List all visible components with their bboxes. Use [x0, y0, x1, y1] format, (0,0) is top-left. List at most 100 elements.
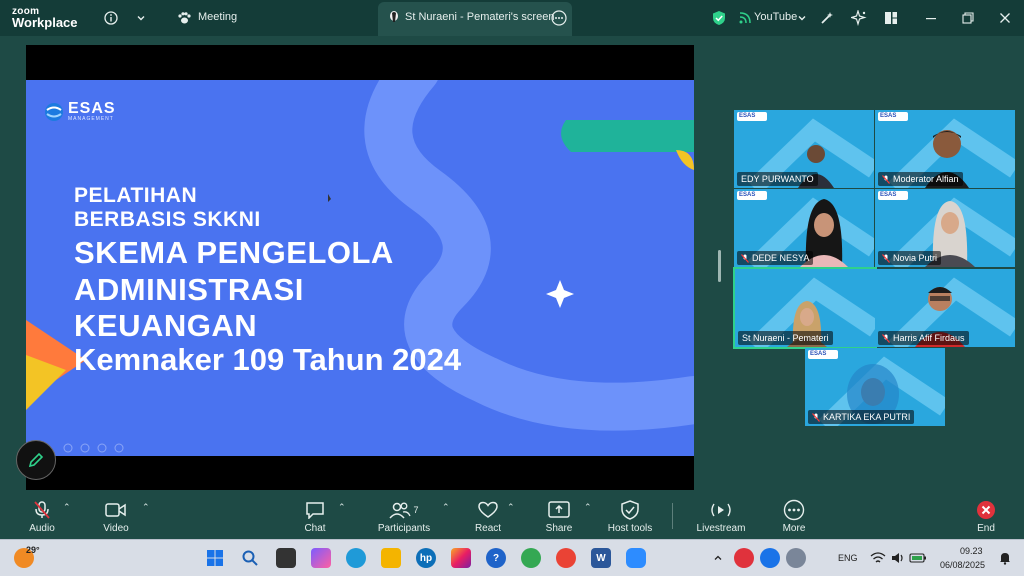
chevron-up-icon[interactable] [708, 548, 728, 568]
slide-line3: SKEMA PENGELOLA [74, 235, 394, 270]
react-options-caret[interactable]: ⌃ [507, 502, 515, 513]
participants-button[interactable]: 7 Participants [377, 495, 431, 537]
view-layout-icon[interactable] [881, 8, 901, 28]
chrome-profile-icon[interactable] [521, 548, 541, 568]
copilot-icon[interactable] [311, 548, 331, 568]
clock-date[interactable]: 06/08/2025 [940, 560, 985, 570]
chat-label: Chat [304, 523, 326, 534]
slide-line5: KEUANGAN [74, 308, 258, 343]
host-tools-label: Host tools [607, 523, 653, 534]
livestream-label: Livestream [696, 523, 746, 534]
tray-app-icon[interactable] [734, 548, 754, 568]
tray-app-icon[interactable] [786, 548, 806, 568]
task-view-icon[interactable] [276, 548, 296, 568]
participant-tile[interactable]: ESAS KARTIKA EKA PUTRI [805, 348, 945, 426]
chevron-down-icon[interactable] [792, 8, 812, 28]
tray-app-icon[interactable] [760, 548, 780, 568]
more-label: More [782, 523, 806, 534]
battery-icon[interactable] [908, 548, 928, 568]
meeting-toolbar: Audio ⌃ Video ⌃ Chat ⌃ 7 Participants ⌃ … [0, 495, 1024, 537]
windows-start-icon[interactable] [205, 548, 225, 568]
hp-icon[interactable]: hp [416, 548, 436, 568]
participants-count: 7 [413, 505, 419, 515]
participant-tile[interactable]: ESAS Moderator Alfian [875, 110, 1015, 188]
audio-button[interactable]: Audio [26, 495, 58, 537]
mic-muted-icon [882, 174, 890, 184]
chat-bubble-icon [306, 502, 324, 519]
share-options-caret[interactable]: ⌃ [584, 502, 592, 513]
mic-muted-icon [812, 412, 820, 422]
participant-name: Moderator Alfian [878, 172, 963, 186]
video-label: Video [103, 523, 129, 534]
volume-icon[interactable] [888, 548, 908, 568]
participant-name: Harris Afif Firdaus [878, 331, 969, 345]
share-button[interactable]: Share [543, 495, 575, 537]
tile-esas-logo: ESAS [737, 191, 767, 200]
meeting-info-icon[interactable] [101, 8, 121, 28]
minimize-icon[interactable] [921, 8, 941, 28]
presentation-slide: ESAS MANAGEMENT PELATIHAN BERBASIS SKKNI… [26, 80, 694, 456]
panel-resize-handle[interactable] [718, 250, 721, 282]
search-icon[interactable] [240, 548, 260, 568]
participant-name: KARTIKA EKA PUTRI [808, 410, 915, 424]
more-options-icon[interactable] [549, 8, 569, 28]
video-options-caret[interactable]: ⌃ [142, 502, 150, 513]
restore-icon[interactable] [958, 8, 978, 28]
ai-sparkle-icon[interactable] [849, 8, 869, 28]
slide-line1: PELATIHAN [74, 184, 198, 207]
participant-tile[interactable]: ESAS DEDE NESYA [734, 189, 874, 267]
livestream-signal-icon [735, 8, 755, 28]
chevron-down-icon[interactable] [131, 8, 151, 28]
word-icon[interactable]: W [591, 548, 611, 568]
close-icon[interactable] [995, 8, 1015, 28]
tab-meeting[interactable]: Meeting [198, 11, 237, 23]
file-explorer-icon[interactable] [381, 548, 401, 568]
windows-taskbar: 29° hp ? W ENG 09.23 06/08/2025 [0, 539, 1024, 576]
mic-muted-icon [741, 253, 749, 263]
participants-label: Participants [377, 523, 431, 534]
youtube-live-label[interactable]: YouTube [754, 11, 797, 23]
wifi-icon[interactable] [868, 548, 888, 568]
host-tools-button[interactable]: Host tools [604, 495, 656, 537]
chat-options-caret[interactable]: ⌃ [338, 502, 346, 513]
slide-line4: ADMINISTRASI [74, 272, 304, 307]
participants-options-caret[interactable]: ⌃ [442, 502, 450, 513]
edge-icon[interactable] [346, 548, 366, 568]
heart-icon [478, 501, 498, 518]
esas-logo: ESAS MANAGEMENT [44, 101, 116, 122]
shield-icon [621, 500, 639, 520]
participant-tile[interactable]: Harris Afif Firdaus [875, 269, 1015, 347]
tile-esas-logo: ESAS [878, 191, 908, 200]
audio-options-caret[interactable]: ⌃ [63, 502, 71, 513]
participant-tile[interactable]: ESAS EDY PURWANTO [734, 110, 874, 188]
participant-name: EDY PURWANTO [737, 172, 818, 186]
more-button[interactable]: More [778, 495, 810, 537]
react-button[interactable]: React [472, 495, 504, 537]
mic-muted-icon [34, 501, 50, 519]
mic-muted-icon [882, 333, 890, 343]
chrome-icon[interactable] [556, 548, 576, 568]
chat-button[interactable]: Chat [299, 495, 331, 537]
annotate-pen-button[interactable] [16, 440, 56, 480]
participant-name: St Nuraeni - Pemateri [738, 331, 833, 345]
video-button[interactable]: Video [100, 495, 132, 537]
magic-wand-icon[interactable] [817, 8, 837, 28]
pencil-icon [28, 452, 44, 468]
help-icon[interactable]: ? [486, 548, 506, 568]
shield-check-icon[interactable] [709, 8, 729, 28]
end-label: End [977, 523, 995, 534]
mic-muted-icon [882, 253, 890, 263]
toolbar-divider [672, 503, 673, 529]
language-indicator[interactable]: ENG [838, 553, 858, 563]
notification-bell-icon[interactable] [995, 548, 1015, 568]
participant-tile-speaking[interactable]: St Nuraeni - Pemateri [733, 267, 877, 349]
react-label: React [474, 523, 502, 534]
participant-tile[interactable]: ESAS Novia Putri [875, 189, 1015, 267]
tab-screen-label: St Nuraeni - Pemateri's screen [405, 11, 555, 23]
instagram-icon[interactable] [451, 548, 471, 568]
end-meeting-button[interactable]: End [970, 495, 1002, 537]
clock-time[interactable]: 09.23 [960, 546, 983, 556]
livestream-button[interactable]: Livestream [694, 495, 748, 537]
zoom-taskbar-icon[interactable] [626, 548, 646, 568]
participant-name: Novia Putri [878, 251, 942, 265]
